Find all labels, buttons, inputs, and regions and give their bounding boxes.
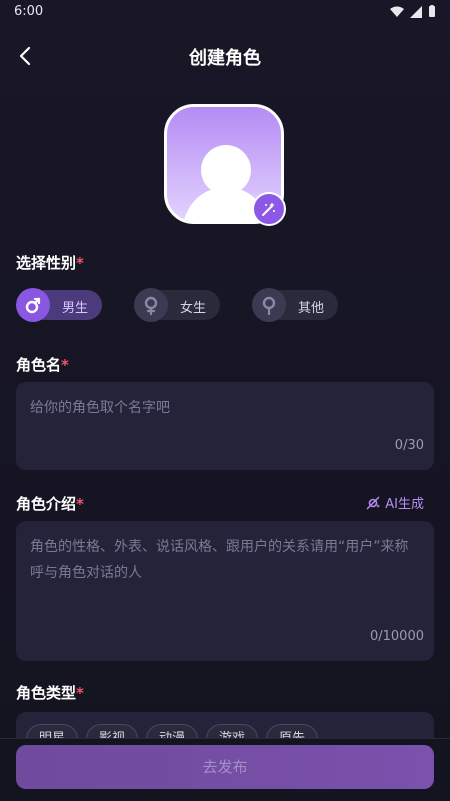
male-icon bbox=[16, 288, 50, 322]
required-mark: * bbox=[61, 356, 69, 374]
name-input[interactable]: 给你的角色取个名字吧 0/30 bbox=[16, 382, 434, 470]
gender-option-male[interactable]: 男生 bbox=[16, 288, 102, 322]
required-mark: * bbox=[76, 684, 84, 702]
type-section-label: 角色类型* bbox=[16, 682, 84, 703]
required-mark: * bbox=[76, 254, 84, 272]
intro-counter: 0/10000 bbox=[369, 629, 424, 644]
gender-option-female[interactable]: 女生 bbox=[134, 288, 220, 322]
intro-label-text: 角色介绍 bbox=[16, 495, 77, 513]
status-icons bbox=[390, 5, 436, 18]
ai-sparkle-icon bbox=[366, 496, 381, 509]
intro-input[interactable]: 角色的性格、外表、说话风格、跟用户的关系请用“用户”来称呼与角色对话的人 0/1… bbox=[16, 521, 434, 661]
signal-icon bbox=[410, 5, 422, 18]
status-bar: 6:00 bbox=[0, 0, 450, 24]
magic-wand-icon bbox=[262, 202, 275, 216]
name-label-text: 角色名 bbox=[16, 356, 62, 374]
gender-label-text: 选择性别 bbox=[16, 254, 77, 272]
page-title: 创建角色 bbox=[189, 48, 261, 69]
required-mark: * bbox=[76, 495, 84, 513]
name-section-label: 角色名* bbox=[16, 354, 69, 375]
battery-icon bbox=[429, 5, 435, 17]
bottom-bar: 去发布 bbox=[0, 738, 450, 801]
publish-button[interactable]: 去发布 bbox=[16, 745, 434, 789]
other-gender-icon bbox=[252, 288, 286, 322]
status-time: 6:00 bbox=[14, 4, 44, 19]
ai-generate-button[interactable]: AI生成 bbox=[365, 493, 424, 512]
intro-placeholder: 角色的性格、外表、说话风格、跟用户的关系请用“用户”来称呼与角色对话的人 bbox=[30, 539, 409, 581]
name-counter: 0/30 bbox=[394, 438, 424, 453]
gender-label-other: 其他 bbox=[298, 301, 325, 316]
wifi-icon bbox=[390, 6, 404, 17]
header: 创建角色 bbox=[0, 36, 450, 76]
female-icon bbox=[134, 288, 168, 322]
gender-option-other[interactable]: 其他 bbox=[252, 288, 338, 322]
intro-section-label: 角色介绍* bbox=[16, 493, 84, 514]
gender-section-label: 选择性别* bbox=[16, 252, 84, 273]
type-label-text: 角色类型 bbox=[16, 684, 77, 702]
gender-label-male: 男生 bbox=[62, 301, 89, 316]
ai-generate-label: AI生成 bbox=[385, 497, 424, 512]
name-placeholder: 给你的角色取个名字吧 bbox=[30, 400, 170, 416]
gender-label-female: 女生 bbox=[180, 301, 207, 316]
avatar-magic-button[interactable] bbox=[252, 192, 286, 226]
